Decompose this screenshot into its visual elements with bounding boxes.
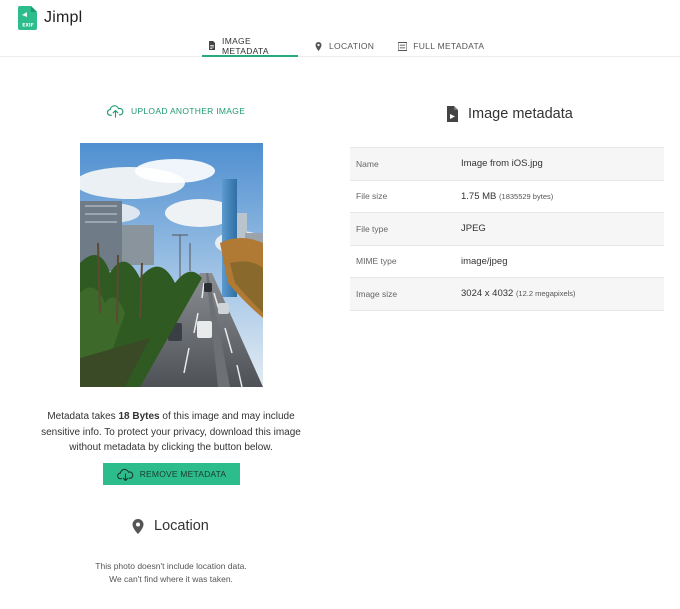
tab-label: LOCATION <box>329 41 375 51</box>
location-title: Location <box>154 518 209 534</box>
tab-label: FULL METADATA <box>413 41 485 51</box>
metadata-value-text: JPEG <box>461 223 486 235</box>
uploaded-photo <box>80 143 263 387</box>
metadata-key: File type <box>356 223 389 234</box>
metadata-value-detail: (1835529 bytes) <box>499 191 554 201</box>
metadata-value: JPEG <box>461 213 664 246</box>
metadata-value: 3024 x 4032 (12.2 megapixels) <box>461 278 664 311</box>
metadata-value: 1.75 MB (1835529 bytes) <box>461 180 664 213</box>
metadata-key: Name <box>356 158 379 169</box>
metadata-value-detail: (12.2 megapixels) <box>515 289 576 299</box>
table-row: File type JPEG <box>350 212 664 246</box>
image-file-icon <box>447 106 458 122</box>
metadata-key: MIME type <box>356 256 397 267</box>
metadata-size: 18 Bytes <box>118 411 160 422</box>
metadata-title: Image metadata <box>468 106 573 122</box>
cloud-download-icon <box>116 468 133 481</box>
image-metadata-heading: Image metadata <box>446 106 573 122</box>
remove-metadata-button[interactable]: REMOVE METADATA <box>103 463 240 485</box>
metadata-value: Image from iOS.jpg <box>461 148 664 181</box>
exif-file-icon: EXIF <box>18 6 37 30</box>
logo[interactable]: EXIF Jimpl <box>18 6 82 30</box>
tab-image-metadata[interactable]: IMAGE METADATA <box>202 36 298 57</box>
metadata-value-text: image/jpeg <box>461 255 508 267</box>
metadata-value-text: 3024 x 4032 <box>461 288 514 300</box>
table-row: Image size 3024 x 4032 (12.2 megapixels) <box>350 277 664 311</box>
map-pin-icon <box>315 41 322 51</box>
metadata-table: Name Image from iOS.jpg File size 1.75 M… <box>350 147 664 311</box>
document-icon <box>209 41 216 50</box>
upload-label: UPLOAD ANOTHER IMAGE <box>131 106 246 116</box>
list-icon <box>398 41 408 51</box>
metadata-value-text: Image from iOS.jpg <box>461 158 543 170</box>
metadata-value: image/jpeg <box>461 245 664 278</box>
app-name: Jimpl <box>44 9 83 26</box>
privacy-notice: Metadata takes 18 Bytes of this image an… <box>40 409 302 456</box>
tab-full-metadata[interactable]: FULL METADATA <box>392 36 490 56</box>
tab-label: IMAGE METADATA <box>222 35 269 56</box>
table-row: MIME type image/jpeg <box>350 245 664 278</box>
metadata-key: Image size <box>356 288 398 299</box>
tab-location[interactable]: LOCATION <box>308 36 380 56</box>
privacy-text-before: Metadata takes <box>47 411 119 422</box>
logo-badge-text: EXIF <box>22 23 34 29</box>
table-row: File size 1.75 MB (1835529 bytes) <box>350 180 664 213</box>
location-heading: Location <box>132 518 209 534</box>
cloud-upload-icon <box>107 105 124 118</box>
top-header: EXIF Jimpl IMAGE METADATA LOCATION FULL … <box>0 0 680 57</box>
location-line-1: This photo doesn't include location data… <box>95 561 247 571</box>
tab-bar: IMAGE METADATA LOCATION FULL METADATA <box>202 36 490 57</box>
table-row: Name Image from iOS.jpg <box>350 147 664 181</box>
map-pin-icon <box>132 518 144 534</box>
metadata-value-text: 1.75 MB <box>461 190 497 202</box>
upload-another-image-link[interactable]: UPLOAD ANOTHER IMAGE <box>107 104 245 118</box>
location-message: This photo doesn't include location data… <box>70 560 272 585</box>
location-line-2: We can't find where it was taken. <box>109 573 233 584</box>
metadata-key: File size <box>356 191 388 202</box>
remove-metadata-label: REMOVE METADATA <box>139 469 227 479</box>
